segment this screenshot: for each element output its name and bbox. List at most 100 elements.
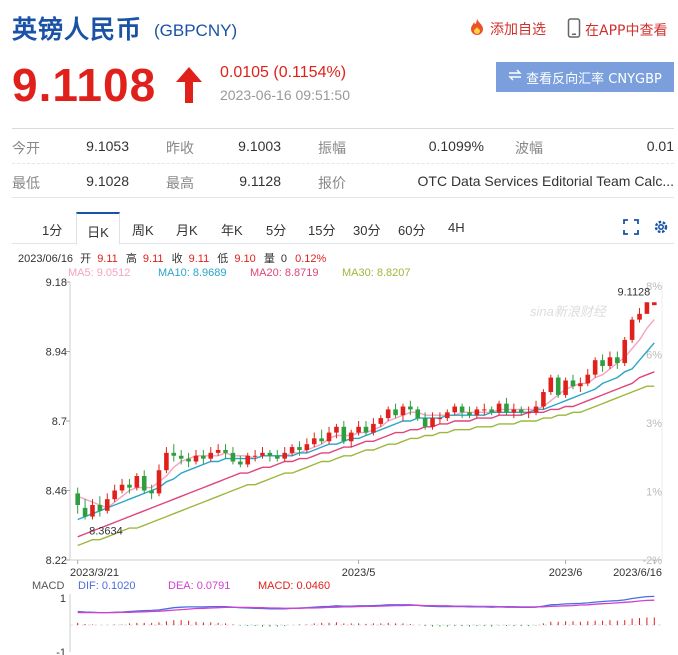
- info-vol: 0: [281, 253, 287, 265]
- candle-body: [652, 302, 657, 306]
- fire-icon: [468, 18, 486, 40]
- tab-1min[interactable]: 1分: [42, 220, 62, 239]
- info-open-label: 开: [80, 253, 91, 265]
- info-low-label: 低: [217, 252, 228, 265]
- candle-body: [459, 406, 465, 413]
- candle-body: [541, 392, 546, 407]
- tab-15min[interactable]: 15分: [308, 220, 335, 239]
- candle-body: [311, 438, 317, 445]
- stat-label-fluctuation: 波幅: [515, 140, 543, 156]
- macd-legend-dif: DIF: 0.1020: [78, 580, 135, 592]
- candle-body: [592, 360, 598, 375]
- candle-body: [408, 406, 413, 410]
- candle-body: [319, 438, 324, 442]
- info-open: 9.11: [97, 253, 118, 265]
- max-price-label: 9.1128: [617, 286, 650, 298]
- settings-icon[interactable]: [652, 218, 670, 239]
- candle-body: [274, 455, 280, 459]
- candle-body: [245, 455, 251, 465]
- kline-chart-area[interactable]: 2023/06/16 开 9.11 高 9.11 收 9.11 低 9.10 量…: [0, 246, 678, 655]
- candle-body: [607, 357, 613, 366]
- candle-body: [393, 409, 398, 416]
- percent-tick-label: 6%: [646, 350, 662, 362]
- macd-tick-label: -1: [56, 647, 66, 655]
- view-in-app-label: 在APP中查看: [585, 23, 668, 39]
- info-low: 9.10: [234, 253, 255, 265]
- tab-4h[interactable]: 4H: [448, 220, 465, 235]
- tab-30min[interactable]: 30分: [353, 220, 380, 239]
- tab-weekly-k[interactable]: 周K: [132, 220, 154, 239]
- candle-body: [149, 490, 154, 494]
- candle-body: [223, 449, 228, 453]
- candle-body: [260, 452, 265, 456]
- candle-body: [600, 360, 605, 366]
- candle-body: [481, 409, 487, 411]
- candle-body: [385, 409, 391, 419]
- candle-body: [422, 418, 428, 427]
- candle-body: [208, 452, 214, 459]
- stats-row: 今开 9.1053 昨收 9.1003 振幅 0.1099% 波幅 0.01: [12, 129, 674, 163]
- macd-legend-macd: MACD: 0.0460: [258, 580, 330, 592]
- candle-body: [156, 470, 162, 494]
- macd-panel: 1 -1: [56, 593, 662, 655]
- tab-5min[interactable]: 5分: [266, 220, 286, 239]
- exchange-icon: [508, 69, 522, 85]
- candle-body: [585, 374, 591, 384]
- candle-body: [637, 313, 642, 320]
- candle-body: [238, 461, 243, 465]
- stat-label-source: 报价: [318, 175, 346, 191]
- candle-body: [201, 455, 206, 459]
- tab-yearly-k[interactable]: 年K: [221, 220, 243, 239]
- legend-ma30: MA30: 8.8207: [342, 267, 411, 279]
- stat-label-amplitude: 振幅: [318, 140, 346, 156]
- stats-row: 最低 9.1028 最高 9.1128 报价 OTC Data Services…: [12, 163, 674, 197]
- candle-body: [186, 458, 191, 462]
- y-tick-label: 8.22: [46, 555, 67, 567]
- min-price-label: 8.3634: [89, 525, 123, 537]
- currency-code: (GBPCNY): [154, 21, 238, 40]
- fullscreen-icon[interactable]: [622, 218, 640, 239]
- tab-monthly-k[interactable]: 月K: [176, 220, 198, 239]
- info-vol-label: 量: [264, 252, 275, 265]
- candle-body: [119, 484, 125, 491]
- info-pct: 0.12%: [295, 253, 326, 265]
- candle-body: [230, 452, 236, 462]
- dif-line: [77, 595, 655, 614]
- candle-body: [644, 302, 650, 314]
- reverse-rate-button[interactable]: 查看反向汇率 CNYGBP: [496, 62, 674, 92]
- candle-body: [252, 455, 258, 457]
- candle-body: [526, 412, 531, 414]
- candle-body: [134, 476, 140, 488]
- stat-value-fluctuation: 0.01: [646, 138, 674, 154]
- dea-line: [77, 599, 655, 614]
- info-high: 9.11: [143, 253, 164, 265]
- y-tick-label: 8.46: [46, 486, 67, 498]
- candle-body: [563, 380, 568, 395]
- stat-value-open: 9.1053: [86, 138, 129, 154]
- legend-ma10: MA10: 8.9689: [158, 267, 227, 279]
- tab-daily-k[interactable]: 日K: [76, 212, 120, 245]
- add-favorite-button[interactable]: 添加自选: [468, 18, 546, 40]
- tab-60min[interactable]: 60分: [398, 220, 425, 239]
- candle-body: [341, 426, 347, 442]
- title-row: 英镑人民币 (GBPCNY) 添加自选 在APP中查看: [12, 10, 674, 44]
- candle-body: [193, 455, 199, 462]
- kline-chart[interactable]: 2023/06/16 开 9.11 高 9.11 收 9.11 低 9.10 量…: [0, 246, 678, 655]
- reverse-rate-label: 查看反向汇率 CNYGBP: [526, 71, 662, 87]
- x-axis: 2023/3/21 2023/5 2023/6 2023/6/16: [70, 560, 662, 579]
- view-in-app-button[interactable]: 在APP中查看: [567, 18, 667, 42]
- macd-legend-label: MACD: [32, 580, 64, 592]
- candle-body: [518, 409, 524, 413]
- candle-body: [164, 452, 169, 471]
- candle-body: [474, 409, 480, 416]
- candle-body: [326, 432, 332, 442]
- stat-value-amplitude: 0.1099%: [428, 138, 484, 154]
- candle-body: [437, 418, 443, 420]
- percent-axis: 8%6%3%1%-2%: [642, 281, 662, 567]
- current-price: 9.1108: [12, 59, 157, 111]
- candle-body: [171, 452, 177, 456]
- stat-value-prev-close: 9.1003: [238, 138, 281, 154]
- candle-body: [511, 409, 517, 413]
- percent-tick-label: 3%: [646, 418, 662, 430]
- candle-body: [289, 447, 295, 453]
